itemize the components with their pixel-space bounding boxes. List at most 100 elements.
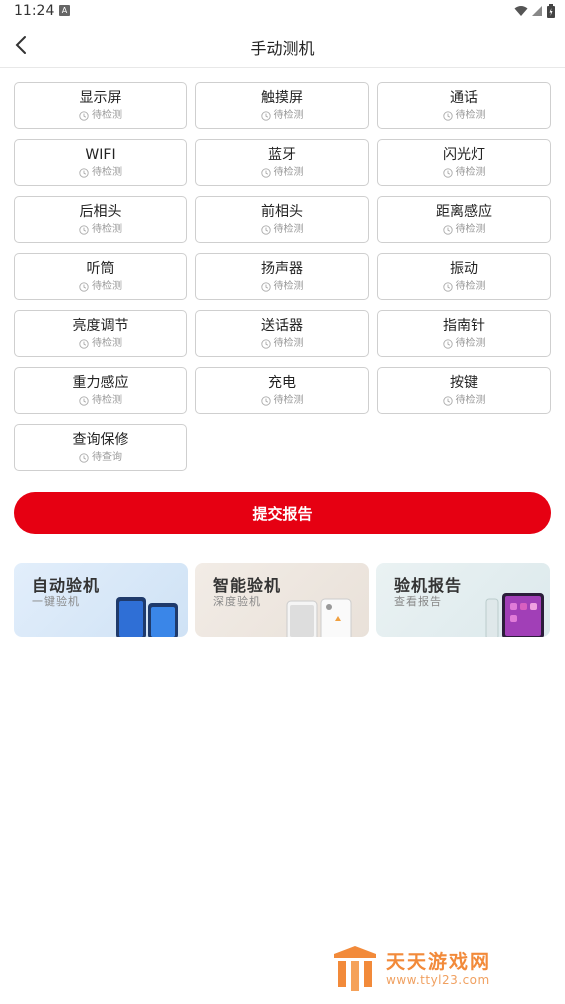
clock-icon: [79, 282, 89, 292]
test-item-status: 待检测: [260, 224, 304, 236]
test-item-status: 待检测: [442, 167, 486, 179]
clock-icon: [260, 339, 271, 349]
test-item-status: 待检测: [79, 338, 122, 350]
wifi-icon: [514, 6, 528, 16]
test-item-card[interactable]: WIFI 待检测: [14, 139, 187, 186]
clock-icon: [260, 225, 271, 235]
signal-icon: [532, 6, 542, 16]
clock-icon: [260, 396, 271, 406]
banner-subtitle: 一键验机: [32, 595, 80, 608]
test-item-status-text: 待检测: [273, 281, 304, 292]
test-item-status: 待检测: [260, 281, 304, 293]
test-item-card[interactable]: 触摸屏待检测: [195, 82, 369, 129]
status-icons: [514, 4, 555, 18]
test-item-status: 待查询: [79, 452, 122, 464]
test-item-name: 按键: [450, 375, 478, 391]
test-item-name: WIFI: [85, 147, 116, 163]
clock-icon: [442, 339, 453, 349]
clock-icon: [260, 168, 271, 178]
test-item-status: 待检测: [79, 395, 122, 407]
test-item-status-text: 待检测: [455, 110, 486, 121]
clock-icon: [442, 396, 453, 406]
test-item-status-text: 待检测: [455, 281, 486, 292]
test-item-name: 扬声器: [261, 261, 303, 277]
test-item-status: 待检测: [260, 395, 304, 407]
clock-icon: [442, 282, 453, 292]
test-item-card[interactable]: 扬声器待检测: [195, 253, 369, 300]
test-item-card[interactable]: 指南针待检测: [377, 310, 551, 357]
test-item-card[interactable]: 后相头待检测: [14, 196, 187, 243]
test-item-status-text: 待检测: [273, 224, 304, 235]
test-item-status: 待检测: [260, 338, 304, 350]
test-item-card[interactable]: 按键待检测: [377, 367, 551, 414]
status-bar: 11:24 A: [0, 0, 565, 24]
test-item-status: 待检测: [442, 395, 486, 407]
test-item-name: 亮度调节: [72, 318, 129, 334]
test-item-name: 重力感应: [72, 375, 129, 391]
test-item-card[interactable]: 蓝牙 待检测: [195, 139, 369, 186]
clock-icon: [79, 396, 89, 406]
test-item-status-text: 待检测: [273, 110, 304, 121]
test-item-status-text: 待检测: [455, 167, 486, 178]
test-grid: 显示屏 待检测 触摸屏 待检测 通话 待检测 WIFI 待检测 蓝牙 待检测 闪光灯 待检测 后相头 待检…: [14, 82, 551, 471]
test-item-card[interactable]: 距离感应 待检测: [377, 196, 551, 243]
test-item-card[interactable]: 振动 待检测: [377, 253, 551, 300]
test-item-status-text: 待检测: [92, 224, 122, 235]
test-item-card[interactable]: 充电待检测: [195, 367, 369, 414]
test-item-status-text: 待检测: [92, 167, 122, 178]
clock-icon: [79, 453, 89, 463]
test-item-card[interactable]: 亮度调节 待检测: [14, 310, 187, 357]
test-item-status-text: 待检测: [455, 224, 486, 235]
test-item-name: 充电: [268, 375, 296, 391]
test-item-card[interactable]: 重力感应 待检测: [14, 367, 187, 414]
test-item-name: 闪光灯: [443, 147, 485, 163]
check-report-banner[interactable]: 验机报告 查看报告: [376, 563, 550, 637]
clock-icon: [79, 111, 89, 121]
test-item-status-text: 待检测: [455, 395, 486, 406]
phone-image: [286, 598, 352, 637]
test-item-name: 显示屏: [79, 90, 122, 106]
watermark-logo-icon: [334, 946, 376, 991]
test-item-card[interactable]: 查询保修 待查询: [14, 424, 187, 471]
banner-subtitle: 查看报告: [394, 595, 442, 608]
page-title: 手动测机: [250, 39, 315, 58]
clock-icon: [79, 225, 89, 235]
clock-icon: [442, 111, 453, 121]
test-item-name: 查询保修: [72, 432, 129, 448]
test-item-name: 听筒: [86, 261, 115, 277]
test-item-status: 待检测: [442, 224, 486, 236]
clock-icon: [79, 168, 89, 178]
test-item-status: 待检测: [442, 338, 486, 350]
notification-icon: A: [59, 5, 70, 16]
clock-icon: [79, 339, 89, 349]
auto-check-banner[interactable]: 自动验机 一键验机: [14, 563, 188, 637]
test-item-card[interactable]: 前相头 待检测: [195, 196, 369, 243]
submit-report-button[interactable]: 提交报告: [14, 492, 551, 534]
test-item-status: 待检测: [442, 281, 486, 293]
smart-check-banner[interactable]: 智能验机 深度验机: [195, 563, 369, 637]
banner-subtitle: 深度验机: [213, 595, 261, 608]
test-item-card[interactable]: 送话器待检测: [195, 310, 369, 357]
test-item-status-text: 待检测: [273, 338, 304, 349]
test-item-name: 后相头: [79, 204, 122, 220]
watermark-name: 天天游戏网: [386, 951, 492, 973]
status-time: 11:24: [14, 3, 55, 19]
test-item-name: 送话器: [261, 318, 303, 334]
test-item-status-text: 待检测: [455, 338, 486, 349]
test-item-card[interactable]: 闪光灯待检测: [377, 139, 551, 186]
test-item-status-text: 待检测: [273, 395, 304, 406]
test-item-name: 通话: [450, 90, 478, 106]
test-item-card[interactable]: 听筒 待检测: [14, 253, 187, 300]
test-item-name: 指南针: [443, 318, 485, 334]
battery-icon: [547, 4, 555, 18]
test-item-status: 待检测: [260, 167, 304, 179]
clock-icon: [442, 225, 453, 235]
app-header: 手动测机: [0, 24, 565, 68]
test-item-name: 触摸屏: [261, 90, 303, 106]
test-item-status-text: 待检测: [273, 167, 304, 178]
watermark-url: www.ttyl23.com: [386, 973, 490, 987]
clock-icon: [442, 168, 453, 178]
test-item-card[interactable]: 显示屏 待检测: [14, 82, 187, 129]
test-item-card[interactable]: 通话待检测: [377, 82, 551, 129]
test-item-status: 待检测: [260, 110, 304, 122]
